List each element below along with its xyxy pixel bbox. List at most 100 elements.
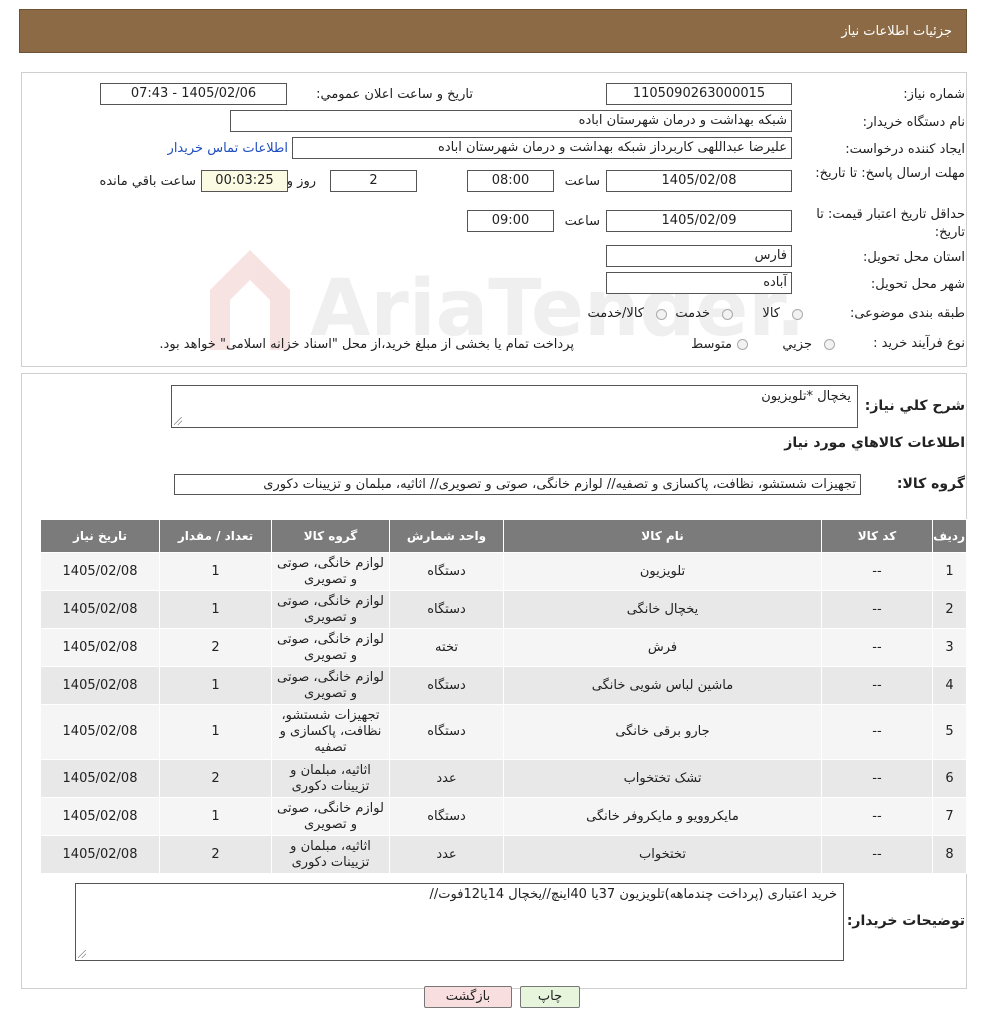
process-type-label: نوع فرآیند خرید : bbox=[873, 336, 965, 351]
table-row: 6 -- تشک تختخواب عدد اثاثیه، مبلمان و تز… bbox=[40, 759, 967, 798]
days-label: روز و bbox=[286, 174, 316, 189]
back-button[interactable]: بازگشت bbox=[424, 986, 512, 1008]
cell-code: -- bbox=[821, 759, 933, 798]
resize-handle-icon[interactable] bbox=[78, 950, 86, 958]
city-label: شهر محل تحویل: bbox=[870, 277, 965, 292]
cell-group: لوازم خانگی، صوتی و تصویری bbox=[271, 797, 390, 836]
goods-group-field: تجهیزات شستشو، نظافت، پاکسازی و تصفیه// … bbox=[174, 474, 861, 495]
deadline-time-field: 08:00 bbox=[467, 170, 554, 192]
print-button[interactable]: چاپ bbox=[520, 986, 580, 1008]
buyer-org-field: شبکه بهداشت و درمان شهرستان اباده bbox=[230, 110, 792, 132]
category-goods-label: کالا bbox=[762, 306, 780, 321]
cell-code: -- bbox=[821, 552, 933, 591]
creator-field: علیرضا عبداللهی کاربرداز شبکه بهداشت و د… bbox=[292, 137, 792, 159]
cell-need-date: 1405/02/08 bbox=[40, 666, 160, 705]
cell-row-number: 8 bbox=[932, 835, 967, 874]
buyer-notes-label: توضیحات خریدار: bbox=[846, 913, 965, 929]
cell-name: تشک تختخواب bbox=[503, 759, 822, 798]
price-validity-label: حداقل تاریخ اعتبار قیمت: تا تاریخ: bbox=[816, 207, 965, 240]
table-header-row: رديف کد کالا نام کالا واحد شمارش گروه کا… bbox=[40, 519, 967, 553]
creator-label: ایجاد کننده درخواست: bbox=[845, 142, 965, 157]
col-header-row-number: رديف bbox=[932, 519, 967, 553]
category-label: طبقه بندی موضوعی: bbox=[849, 306, 965, 321]
cell-unit: دستگاه bbox=[389, 704, 504, 760]
cell-name: فرش bbox=[503, 628, 822, 667]
need-number-field: 1105090263000015 bbox=[606, 83, 792, 105]
price-validity-date-field: 1405/02/09 bbox=[606, 210, 792, 232]
cell-need-date: 1405/02/08 bbox=[40, 704, 160, 760]
cell-quantity: 2 bbox=[159, 835, 272, 874]
cell-code: -- bbox=[821, 628, 933, 667]
col-header-unit: واحد شمارش bbox=[389, 519, 504, 553]
buyer-contact-link[interactable]: اطلاعات تماس خریدار bbox=[168, 141, 288, 156]
process-small-label: جزیي bbox=[782, 337, 812, 352]
category-service-label: خدمت bbox=[675, 306, 710, 321]
cell-quantity: 1 bbox=[159, 552, 272, 591]
cell-unit: عدد bbox=[389, 835, 504, 874]
col-header-name: نام کالا bbox=[503, 519, 822, 553]
cell-row-number: 4 bbox=[932, 666, 967, 705]
buyer-notes-text: خرید اعتباری (پرداخت چندماهه)تلویزیون 37… bbox=[429, 887, 837, 902]
col-header-need-date: تاريخ نياز bbox=[40, 519, 160, 553]
process-medium-label: متوسط bbox=[691, 337, 732, 352]
time-remaining-label: ساعت باقي مانده bbox=[99, 174, 196, 189]
cell-unit: دستگاه bbox=[389, 552, 504, 591]
cell-group: اثاثیه، مبلمان و تزیینات دکوری bbox=[271, 759, 390, 798]
cell-name: تختخواب bbox=[503, 835, 822, 874]
items-table-wrapper: رديف کد کالا نام کالا واحد شمارش گروه کا… bbox=[40, 519, 967, 874]
cell-quantity: 1 bbox=[159, 704, 272, 760]
page-title: جزئیات اطلاعات نیاز bbox=[841, 24, 952, 39]
price-validity-time-label: ساعت bbox=[564, 214, 600, 229]
cell-code: -- bbox=[821, 666, 933, 705]
need-number-label: شماره نیاز: bbox=[903, 87, 965, 102]
table-row: 3 -- فرش تخته لوازم خانگی، صوتی و تصویری… bbox=[40, 628, 967, 667]
cell-unit: دستگاه bbox=[389, 590, 504, 629]
announce-label: تاریخ و ساعت اعلان عمومي: bbox=[316, 87, 473, 102]
table-row: 8 -- تختخواب عدد اثاثیه، مبلمان و تزیینا… bbox=[40, 835, 967, 874]
deadline-label: مهلت ارسال پاسخ: تا تاریخ: bbox=[815, 166, 965, 181]
process-note: پرداخت تمام یا بخشی از مبلغ خرید،از محل … bbox=[159, 337, 574, 352]
cell-unit: دستگاه bbox=[389, 797, 504, 836]
days-remaining-field: 2 bbox=[330, 170, 417, 192]
cell-quantity: 1 bbox=[159, 797, 272, 836]
cell-name: ماشین لباس شویی خانگی bbox=[503, 666, 822, 705]
col-header-code: کد کالا bbox=[821, 519, 933, 553]
category-goods-service-radio[interactable] bbox=[656, 309, 667, 320]
cell-row-number: 2 bbox=[932, 590, 967, 629]
cell-quantity: 1 bbox=[159, 666, 272, 705]
time-remaining-field: 00:03:25 bbox=[201, 170, 288, 192]
process-medium-radio[interactable] bbox=[737, 339, 748, 350]
table-row: 7 -- مایکروویو و مایکروفر خانگی دستگاه ل… bbox=[40, 797, 967, 836]
cell-group: اثاثیه، مبلمان و تزیینات دکوری bbox=[271, 835, 390, 874]
cell-code: -- bbox=[821, 797, 933, 836]
table-row: 2 -- یخچال خانگی دستگاه لوازم خانگی، صوت… bbox=[40, 590, 967, 629]
cell-need-date: 1405/02/08 bbox=[40, 628, 160, 667]
cell-group: لوازم خانگی، صوتی و تصویری bbox=[271, 552, 390, 591]
cell-code: -- bbox=[821, 590, 933, 629]
cell-quantity: 1 bbox=[159, 590, 272, 629]
items-table: رديف کد کالا نام کالا واحد شمارش گروه کا… bbox=[40, 519, 967, 874]
announce-field: 1405/02/06 - 07:43 bbox=[100, 83, 287, 105]
resize-handle-icon[interactable] bbox=[174, 417, 182, 425]
cell-need-date: 1405/02/08 bbox=[40, 759, 160, 798]
cell-row-number: 7 bbox=[932, 797, 967, 836]
cell-need-date: 1405/02/08 bbox=[40, 797, 160, 836]
general-description-text: یخچال *تلویزیون bbox=[761, 389, 851, 404]
general-description-field: یخچال *تلویزیون bbox=[171, 385, 858, 428]
general-description-label: شرح كلي نياز: bbox=[864, 398, 965, 414]
category-goods-radio[interactable] bbox=[792, 309, 803, 320]
process-small-radio[interactable] bbox=[824, 339, 835, 350]
items-section-title: اطلاعات كالاهاي مورد نياز bbox=[784, 435, 965, 451]
province-label: استان محل تحویل: bbox=[863, 250, 965, 265]
col-header-group: گروه کالا bbox=[271, 519, 390, 553]
col-header-quantity: تعداد / مقدار bbox=[159, 519, 272, 553]
category-service-radio[interactable] bbox=[722, 309, 733, 320]
cell-code: -- bbox=[821, 835, 933, 874]
cell-unit: تخته bbox=[389, 628, 504, 667]
table-row: 4 -- ماشین لباس شویی خانگی دستگاه لوازم … bbox=[40, 666, 967, 705]
cell-group: تجهیزات شستشو، نظافت، پاکسازی و تصفیه bbox=[271, 704, 390, 760]
cell-group: لوازم خانگی، صوتی و تصویری bbox=[271, 666, 390, 705]
deadline-date-field: 1405/02/08 bbox=[606, 170, 792, 192]
goods-group-label: گروه کالا: bbox=[896, 476, 965, 492]
table-row: 1 -- تلویزیون دستگاه لوازم خانگی، صوتی و… bbox=[40, 552, 967, 591]
